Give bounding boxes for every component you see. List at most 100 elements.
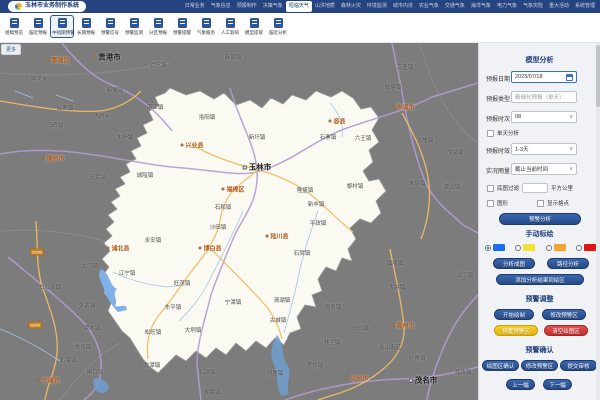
- map-label-county: 博白县: [198, 244, 221, 253]
- toolbar-item[interactable]: 人工影响: [218, 15, 242, 38]
- submit-review-button[interactable]: 提交审核: [560, 360, 597, 371]
- map-label-town: 宁潭镇: [225, 298, 242, 306]
- toolbar-item-label: 分区预报: [148, 29, 168, 35]
- toolbar-item-label: 组稿预览: [4, 29, 24, 35]
- topnav-item[interactable]: 短临天气: [286, 1, 312, 12]
- map-label-town: 新圩镇: [249, 133, 266, 141]
- map-label-town: 大岭乡: [94, 112, 111, 120]
- basemap-filter-checkbox[interactable]: [487, 185, 494, 192]
- map-label-town: 古城镇: [270, 316, 287, 324]
- toolbar-item[interactable]: 组稿预览: [2, 15, 26, 38]
- forecast-time-select[interactable]: 08 ∨: [511, 111, 577, 123]
- topnav-item[interactable]: 农业气象: [416, 1, 442, 12]
- plot-color-option[interactable]: [546, 244, 566, 251]
- topnav-item[interactable]: 决策气象: [260, 1, 286, 12]
- grid-checkbox[interactable]: [537, 200, 544, 207]
- map-label-county: 合浦县: [36, 376, 59, 385]
- panel-title: 模型分析: [479, 55, 600, 65]
- toolbar-item[interactable]: 气象服务: [194, 15, 218, 38]
- map-more-button[interactable]: 更多: [1, 44, 21, 55]
- warning-confirm-title: 预警确认: [479, 345, 600, 355]
- path-analyze-button[interactable]: 路径分析: [547, 258, 589, 269]
- next-frame-button[interactable]: 下一幅: [543, 379, 572, 390]
- plot-color-option[interactable]: [485, 244, 505, 251]
- analyze-to-image-button[interactable]: 分析成图: [493, 258, 535, 269]
- toolbar-item[interactable]: 分区预报: [146, 15, 170, 38]
- map-label-town: 白石水镇: [39, 283, 61, 291]
- add-result-to-plot-button[interactable]: 添加分析结果到绘区: [496, 274, 584, 285]
- map-label-town: 林尘镇: [324, 338, 341, 346]
- toolbar-item[interactable]: 长期预报: [74, 15, 98, 38]
- toolbar-item[interactable]: 预警信号: [98, 15, 122, 38]
- plot-zone-confirm-button[interactable]: 绘图区确认: [482, 360, 519, 371]
- validity-select[interactable]: 1-3天 ∨: [511, 143, 577, 155]
- top-bar: 玉林市业务制作系统 日常业务气象信息预报制作决策气象短临天气山洪地质森林火灾环境…: [0, 0, 600, 13]
- topnav-item[interactable]: 气象灾险: [520, 1, 546, 12]
- modify-warning-zone-button[interactable]: 修改预警区: [542, 309, 586, 320]
- plot-color-option[interactable]: [576, 244, 596, 251]
- app-brand[interactable]: 玉林市业务制作系统: [8, 1, 86, 12]
- app-title: 玉林市业务制作系统: [25, 1, 79, 12]
- topnav-item[interactable]: 日常业务: [182, 1, 208, 12]
- place-marker-icon: [46, 59, 49, 62]
- map-label-city: 贵港市: [93, 52, 121, 63]
- map-label-town: 大垌镇: [185, 326, 202, 334]
- toolbar-item[interactable]: 模型提取: [242, 15, 266, 38]
- place-marker-icon: [391, 106, 394, 109]
- document-icon: [106, 18, 115, 28]
- single-day-checkbox[interactable]: [487, 130, 494, 137]
- panel-scrollbar-thumb[interactable]: [596, 45, 600, 107]
- toolbar-item[interactable]: 预警监测: [122, 15, 146, 38]
- map-label-town: 旺茂镇: [174, 279, 191, 287]
- toolbar-item[interactable]: 临近预报: [26, 15, 50, 38]
- toolbar-item[interactable]: 临近分析: [266, 15, 290, 38]
- topnav-item[interactable]: 电力气象: [494, 1, 520, 12]
- map-canvas[interactable]: 更多 武乐镇麻垌镇镇龙乡新塘镇云表镇大岭乡马岭镇湛江镇洛阳镇木梓镇乐民镇城隍镇新…: [0, 43, 478, 400]
- warning-analyze-button[interactable]: 预警分析: [499, 213, 581, 225]
- map-label-town: 石寨镇: [320, 133, 337, 141]
- place-marker-icon: [41, 157, 44, 160]
- map-label-town: 大井镇: [389, 283, 406, 291]
- topnav-item[interactable]: 气象信息: [208, 1, 234, 12]
- shape-checkbox-row[interactable]: 图形: [487, 199, 508, 207]
- toolbar-item-label: 气象服务: [196, 29, 216, 35]
- topnav-item[interactable]: 森林火灾: [338, 1, 364, 12]
- topnav-item[interactable]: 山洪地质: [312, 1, 338, 12]
- map-label-county: 覃塘区: [46, 56, 69, 65]
- color-radio-row: [485, 244, 596, 251]
- color-chip: [523, 244, 535, 251]
- topnav-item[interactable]: 重大活动: [546, 1, 572, 12]
- start-draw-button[interactable]: 开始绘制: [494, 309, 534, 320]
- topnav-item[interactable]: 海洋气象: [468, 1, 494, 12]
- single-day-checkbox-row[interactable]: 单天分析: [487, 129, 519, 137]
- modify-warning-zone-button2[interactable]: 修改预警区: [521, 360, 558, 371]
- grid-checkbox-row[interactable]: 显示格点: [537, 199, 569, 207]
- topnav-item[interactable]: 交通气象: [442, 1, 468, 12]
- topnav-item[interactable]: 环境监测: [364, 1, 390, 12]
- toolbar-item[interactable]: 中短期预警: [50, 15, 74, 38]
- forecast-date-input[interactable]: 2023/07/18: [511, 71, 577, 83]
- toolbar-item[interactable]: 预警提醒: [170, 15, 194, 38]
- map-label-town: 洛阳镇: [199, 113, 216, 121]
- calendar-icon[interactable]: [566, 74, 573, 81]
- forecast-type-input[interactable]: 精细化预报（单天）: [511, 91, 577, 103]
- map-label-town: 石康镇: [60, 356, 77, 364]
- shape-checkbox[interactable]: [487, 200, 494, 207]
- prev-frame-button[interactable]: 上一幅: [506, 379, 535, 390]
- color-radio[interactable]: [515, 245, 521, 251]
- plot-color-option[interactable]: [515, 244, 535, 251]
- color-radio[interactable]: [485, 245, 491, 251]
- rain-select[interactable]: 截止当前时间 ∨: [511, 163, 577, 175]
- topnav: 日常业务气象信息预报制作决策气象短临天气山洪地质森林火灾环境监测城市内涝农业气象…: [182, 0, 598, 13]
- area-threshold-input[interactable]: [522, 183, 548, 193]
- color-radio[interactable]: [546, 245, 552, 251]
- topnav-item[interactable]: 预报制作: [234, 1, 260, 12]
- color-radio[interactable]: [576, 245, 582, 251]
- place-marker-icon: [391, 324, 394, 327]
- toolbar-item-label: 人工影响: [220, 29, 240, 35]
- topnav-item[interactable]: 城市内涝: [390, 1, 416, 12]
- preset-warning-zone-button[interactable]: 预置预警区: [494, 325, 538, 336]
- document-icon: [202, 18, 211, 28]
- clear-plot-zone-button[interactable]: 清空绘图区: [544, 325, 588, 336]
- topnav-item[interactable]: 系统管理: [572, 1, 598, 12]
